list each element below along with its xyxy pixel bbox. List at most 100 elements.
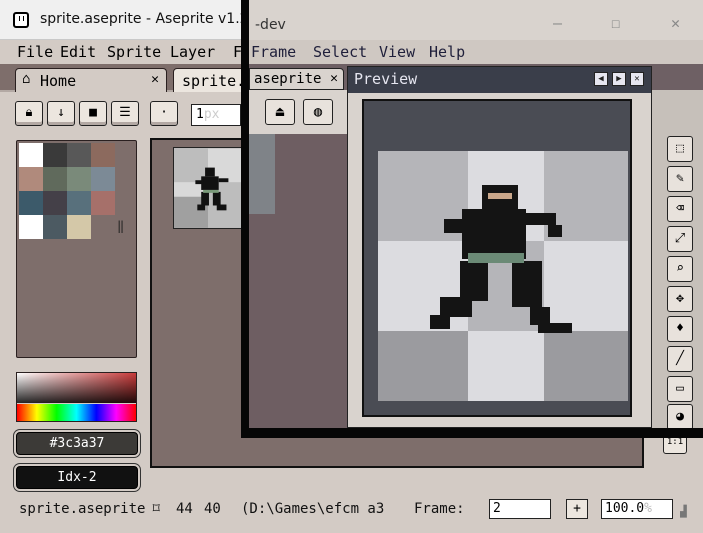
menu-layer[interactable]: Layer (170, 43, 215, 61)
line-tool-button[interactable]: ╱ (667, 346, 693, 372)
brush-size-value: 1 (196, 107, 204, 122)
add-frame-button[interactable]: + (566, 499, 588, 519)
paint-bucket-icon: ♦ (676, 321, 684, 336)
preview-play-icon[interactable]: ▶ (612, 72, 626, 86)
aseprite-app-icon (13, 12, 29, 28)
overlay-title-bar: -dev – ☐ ✕ (249, 0, 703, 40)
palette-swatch[interactable] (91, 167, 115, 191)
move-icon: ✥ (676, 291, 684, 306)
marquee-tool-button[interactable]: ⬚ (667, 136, 693, 162)
pattern-button[interactable]: ◍ (303, 99, 333, 125)
brush-size-input[interactable]: 1px (191, 104, 241, 126)
home-icon: ⌂ (22, 71, 31, 87)
preview-prev-icon[interactable]: ◀ (594, 72, 608, 86)
square-brush-button[interactable]: ■ (79, 101, 107, 126)
menu-button[interactable]: ☰ (111, 101, 139, 126)
palette-resize-handle[interactable]: ‖ (117, 219, 124, 233)
preview-sprite (362, 99, 632, 417)
rectangle-tool-button[interactable]: ▭ (667, 376, 693, 402)
maximize-icon[interactable]: ☐ (611, 14, 620, 32)
resize-grip-icon: ▟ (680, 505, 687, 518)
blur-tool-button[interactable]: ◕ (667, 404, 693, 428)
ink-button[interactable]: ⏏ (265, 99, 295, 125)
zoom-value: 100.0 (605, 501, 645, 516)
zoom-input[interactable]: 100.0% (601, 499, 673, 519)
tab-home[interactable]: ⌂ Home ✕ (15, 68, 167, 92)
move-tool-button[interactable]: ✥ (667, 286, 693, 312)
preview-close-icon[interactable]: ✕ (630, 72, 644, 86)
fill-tool-button[interactable]: ♦ (667, 316, 693, 342)
dot-icon: · (160, 105, 168, 120)
sprite-canvas[interactable] (173, 147, 243, 229)
preview-title-bar[interactable]: Preview ◀ ▶ ✕ (348, 67, 651, 93)
pencil-tool-button[interactable]: ✎ (667, 166, 693, 192)
close-icon[interactable]: ✕ (671, 14, 680, 32)
line-icon: ╱ (676, 351, 684, 366)
overlay-menu-bar: Frame Select View Help (249, 40, 703, 64)
lock-icon: 🔒︎ (25, 105, 33, 120)
overlay-tab-sprite[interactable]: aseprite ✕ (249, 68, 344, 90)
palette-swatch[interactable] (43, 167, 67, 191)
palette-swatch[interactable] (91, 191, 115, 215)
window-title: sprite.aseprite - Aseprite v1.2.26 (40, 11, 271, 27)
eraser-tool-button[interactable]: ⌫ (667, 196, 693, 222)
overlay-menu-help[interactable]: Help (429, 43, 465, 61)
frame-label: Frame: (414, 501, 465, 517)
overlay-tab-close-icon[interactable]: ✕ (330, 71, 338, 86)
palette-swatch[interactable] (67, 143, 91, 167)
arrow-down-icon: ↓ (57, 105, 65, 120)
palette-swatch[interactable] (43, 143, 67, 167)
palette-swatch[interactable] (91, 143, 115, 167)
ink-bottle-icon: ⏏ (275, 104, 285, 120)
eyedropper-icon: ⤢ (674, 231, 686, 246)
preview-window[interactable]: Preview ◀ ▶ ✕ (347, 66, 652, 428)
tab-home-label: Home (40, 72, 77, 90)
frame-input[interactable]: 2 (489, 499, 551, 519)
overlay-tools-column: ⬚ ✎ ⌫ ⤢ ⌕ ✥ ♦ ╱ ▭ ◕ (667, 132, 697, 428)
palette-swatch[interactable] (43, 191, 67, 215)
status-bar: sprite.aseprite ⌑ 44 40 (D:\Games\efcm a… (0, 496, 703, 533)
status-path: (D:\Games\efcm a3 (241, 501, 385, 517)
foreground-color-hex[interactable]: #3c3a37 (16, 432, 138, 455)
eyedropper-tool-button[interactable]: ⤢ (667, 226, 693, 252)
menu-icon: ☰ (119, 105, 131, 120)
status-width: 44 (176, 501, 193, 517)
palette-swatch[interactable] (43, 215, 67, 239)
menu-edit[interactable]: Edit (60, 43, 96, 61)
palette-swatch[interactable] (19, 167, 43, 191)
overlay-window-frame: -dev – ☐ ✕ Frame Select View Help asepri… (241, 0, 703, 438)
status-height: 40 (204, 501, 221, 517)
eraser-icon: ⌫ (676, 201, 684, 216)
palette-swatch[interactable] (67, 167, 91, 191)
menu-file[interactable]: File (17, 43, 53, 61)
brush-size-unit: px (203, 107, 220, 122)
overlay-window: -dev – ☐ ✕ Frame Select View Help asepri… (249, 0, 703, 428)
color-index[interactable]: Idx-2 (16, 466, 138, 489)
color-spectrum[interactable] (16, 372, 137, 422)
canvas-size-icon: ⌑ (152, 501, 161, 517)
status-filename: sprite.aseprite (19, 501, 146, 517)
overlay-menu-view[interactable]: View (379, 43, 415, 61)
minimize-icon[interactable]: – (553, 14, 562, 32)
palette-swatch[interactable] (19, 191, 43, 215)
overlay-menu-frame[interactable]: Frame (251, 43, 296, 61)
overlay-tab-label: aseprite (254, 71, 322, 87)
overlay-title: -dev (255, 17, 286, 33)
zoom-icon: ⌕ (676, 261, 684, 276)
zoom-tool-button[interactable]: ⌕ (667, 256, 693, 282)
dot-brush-button[interactable]: · (150, 101, 178, 126)
palette-swatch[interactable] (19, 143, 43, 167)
palette-swatch[interactable] (67, 191, 91, 215)
lock-button[interactable]: 🔒︎ (15, 101, 43, 126)
square-icon: ■ (89, 105, 97, 120)
zoom-unit: % (644, 501, 652, 516)
saturation-value-picker[interactable] (17, 373, 136, 403)
arrow-down-button[interactable]: ↓ (47, 101, 75, 126)
hue-slider[interactable] (17, 404, 136, 421)
palette-swatch[interactable] (19, 215, 43, 239)
tab-home-close-icon[interactable]: ✕ (151, 72, 159, 87)
overlay-menu-select[interactable]: Select (313, 43, 367, 61)
overlay-sprite-edge (249, 134, 275, 214)
palette-swatch[interactable] (67, 215, 91, 239)
menu-sprite[interactable]: Sprite (107, 43, 161, 61)
